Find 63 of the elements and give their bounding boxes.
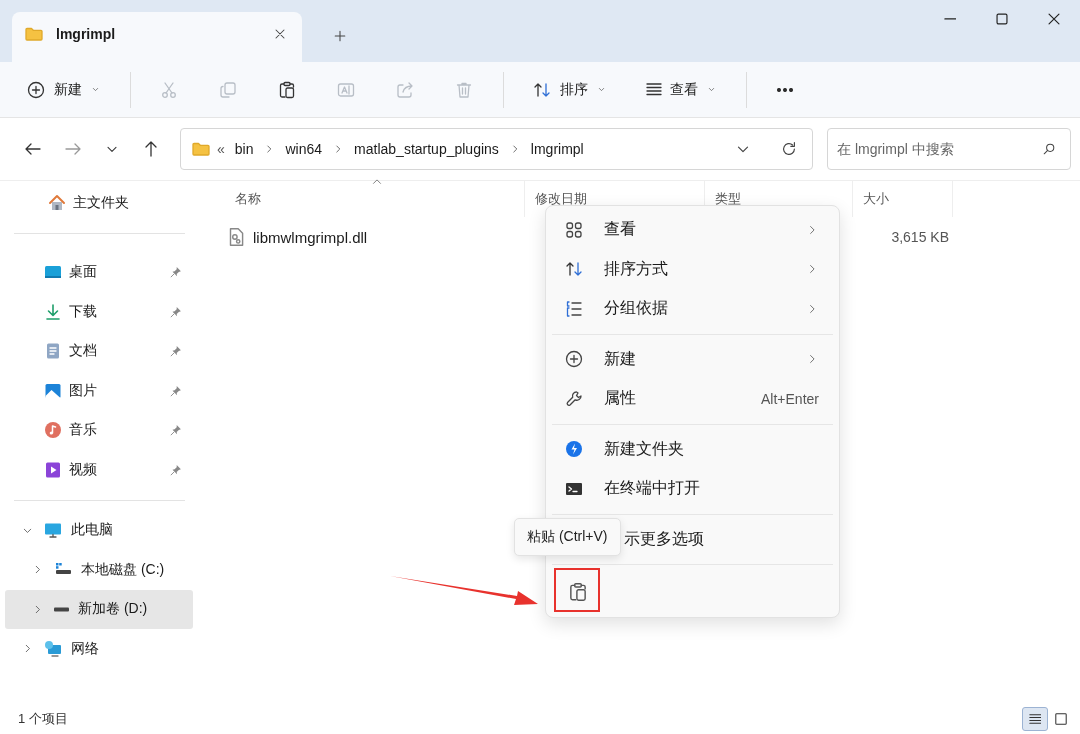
tiles-view-icon	[1053, 711, 1069, 727]
breadcrumb-item[interactable]: win64	[285, 141, 323, 157]
lines-icon	[646, 83, 662, 96]
breadcrumb-item[interactable]: matlab_startup_plugins	[354, 141, 499, 157]
sidebar-item[interactable]: 桌面	[5, 252, 193, 292]
pin-icon	[169, 423, 183, 438]
network-icon	[43, 638, 63, 659]
details-view-button[interactable]	[1022, 707, 1048, 731]
details-view-icon	[1028, 714, 1042, 724]
house-icon	[47, 192, 67, 213]
menu-item[interactable]: 在终端中打开	[552, 469, 833, 509]
new-button[interactable]: 新建	[16, 69, 111, 110]
plus-circle-icon	[564, 349, 584, 370]
window-tab[interactable]: lmgrimpl	[12, 12, 302, 62]
sidebar-item[interactable]: 音乐	[5, 410, 193, 450]
lightning-circle-icon	[564, 439, 584, 460]
maximize-icon	[993, 10, 1011, 28]
file-name-cell[interactable]: libmwlmgrimpl.dll	[225, 226, 525, 248]
sidebar-item[interactable]: 图片	[5, 371, 193, 411]
tree-item[interactable]: 本地磁盘 (C:)	[5, 550, 193, 590]
overflow-chevrons[interactable]: «	[217, 141, 225, 157]
tab-title: lmgrimpl	[56, 26, 116, 42]
plus-circle-icon	[26, 79, 46, 100]
pin-icon	[169, 344, 183, 359]
list-icon	[564, 298, 584, 319]
sidebar-item[interactable]: 主文件夹	[5, 183, 193, 223]
tree-item[interactable]: 网络	[5, 629, 193, 669]
search-icon	[1041, 141, 1057, 157]
address-bar[interactable]: « bin win64 matlab_startup_plugins lmgrimpl	[180, 128, 813, 170]
download-icon	[43, 301, 63, 322]
tree-item[interactable]: 新加卷 (D:)	[5, 589, 193, 629]
search-field[interactable]: 在 lmgrimpl 中搜索	[827, 128, 1071, 170]
menu-item[interactable]: 新建文件夹	[552, 429, 833, 469]
copy-icon	[218, 79, 238, 100]
view-button[interactable]: 查看	[636, 69, 727, 110]
grid-icon	[564, 219, 584, 240]
clipboard-icon	[567, 580, 589, 603]
pin-icon	[169, 265, 183, 280]
sidebar-item[interactable]: 视频	[5, 450, 193, 490]
breadcrumb-item[interactable]: bin	[234, 141, 254, 157]
breadcrumb-item[interactable]: lmgrimpl	[530, 141, 584, 157]
clipboard-icon	[277, 79, 297, 100]
column-header[interactable]: 大小	[853, 181, 953, 217]
menu-item[interactable]: 新建	[552, 339, 833, 379]
drive-icon	[53, 606, 70, 612]
music-note-icon	[43, 420, 63, 441]
tooltip: 粘贴 (Ctrl+V)	[514, 518, 621, 556]
minimize-icon	[943, 18, 957, 20]
refresh-icon	[780, 140, 798, 158]
size-cell-text: 3,615 KB	[890, 229, 950, 245]
sidebar-item[interactable]: 下载	[5, 292, 193, 332]
item-count: 1 个项目	[18, 710, 68, 728]
more-icon	[777, 87, 793, 92]
tree-item[interactable]: 此电脑	[5, 510, 193, 550]
menu-item[interactable]: 排序方式	[552, 249, 833, 289]
wrench-icon	[564, 388, 584, 409]
column-header[interactable]: 名称	[225, 181, 525, 217]
menu-item[interactable]: 分组依据	[552, 289, 833, 329]
menu-item[interactable]: 属性 Alt+Enter	[552, 379, 833, 419]
sidebar-item[interactable]: 文档	[5, 331, 193, 371]
shortcut-text: Alt+Enter	[761, 390, 819, 407]
plus-icon	[332, 28, 348, 44]
sort-button[interactable]: 排序	[522, 69, 617, 110]
